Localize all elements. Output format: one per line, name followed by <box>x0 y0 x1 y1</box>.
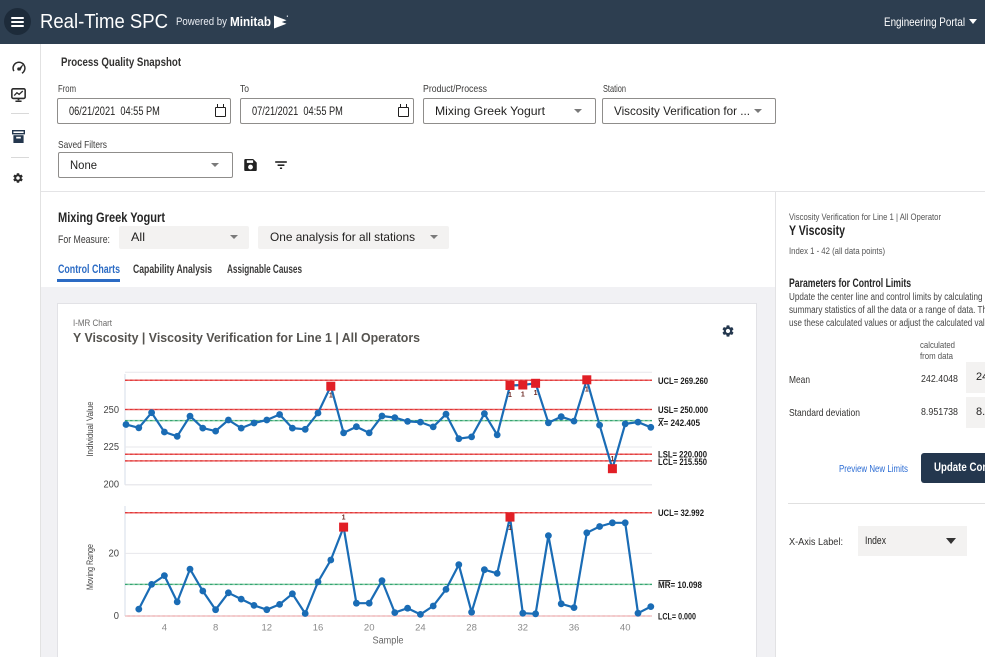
svg-text:8: 8 <box>213 623 218 634</box>
svg-text:1: 1 <box>521 392 525 399</box>
svg-text:4: 4 <box>162 623 167 634</box>
svg-text:Sample: Sample <box>373 636 404 647</box>
svg-text:1: 1 <box>610 456 614 463</box>
svg-text:UCL= 32.992: UCL= 32.992 <box>658 508 704 518</box>
svg-text:1: 1 <box>508 525 512 532</box>
svg-text:1: 1 <box>329 393 333 400</box>
svg-text:250: 250 <box>104 405 120 416</box>
svg-text:24: 24 <box>415 623 426 634</box>
svg-text:X= 242.405: X= 242.405 <box>658 418 700 428</box>
svg-text:1: 1 <box>585 386 589 393</box>
svg-text:16: 16 <box>313 623 324 634</box>
svg-text:36: 36 <box>569 623 580 634</box>
svg-text:0: 0 <box>114 611 120 622</box>
svg-text:32: 32 <box>518 623 529 634</box>
svg-text:1: 1 <box>508 392 512 399</box>
svg-text:UCL= 269.260: UCL= 269.260 <box>658 376 708 386</box>
svg-text:1: 1 <box>534 390 538 397</box>
svg-text:Moving Range: Moving Range <box>85 544 96 590</box>
svg-text:Individual Value: Individual Value <box>85 402 96 457</box>
svg-text:LCL= 0.000: LCL= 0.000 <box>658 612 696 622</box>
svg-text:40: 40 <box>620 623 631 634</box>
svg-text:20: 20 <box>364 623 375 634</box>
svg-text:225: 225 <box>104 442 120 453</box>
svg-text:28: 28 <box>466 623 477 634</box>
svg-text:20: 20 <box>109 549 120 560</box>
svg-text:200: 200 <box>104 480 120 491</box>
svg-text:12: 12 <box>262 623 273 634</box>
svg-text:MR= 10.098: MR= 10.098 <box>658 580 702 590</box>
svg-text:1: 1 <box>342 515 346 522</box>
svg-text:USL= 250.000: USL= 250.000 <box>658 405 708 415</box>
svg-text:LCL= 215.550: LCL= 215.550 <box>658 457 707 467</box>
